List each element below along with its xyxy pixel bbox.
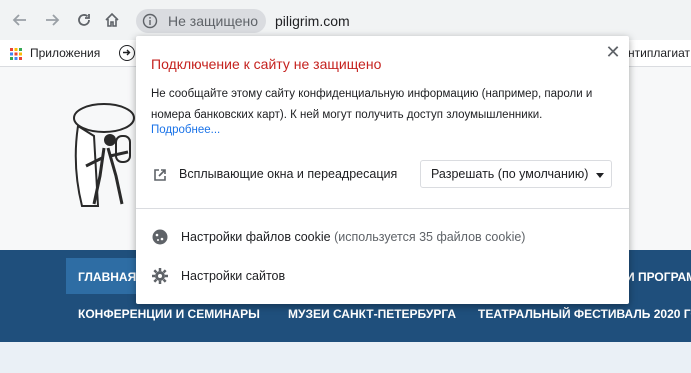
bookmark-antiplagiat[interactable]: нтиплагиат Т bbox=[628, 46, 691, 60]
popup-title: Подключение к сайту не защищено bbox=[151, 56, 382, 72]
nav-item-museums[interactable]: МУЗЕИ САНКТ-ПЕТЕРБУРГА bbox=[288, 307, 456, 321]
nav-item-home[interactable]: ГЛАВНАЯ bbox=[78, 270, 136, 284]
back-button[interactable] bbox=[8, 8, 32, 32]
info-icon bbox=[142, 13, 158, 29]
chevron-down-icon bbox=[596, 173, 604, 178]
popup-warning-text: Не сообщайте этому сайту конфиденциальну… bbox=[151, 88, 593, 121]
pilgrim-logo-icon bbox=[73, 103, 135, 207]
popup-divider bbox=[136, 208, 629, 209]
learn-more-link[interactable]: Подробнее... bbox=[151, 124, 220, 136]
gear-icon bbox=[152, 268, 168, 284]
back-arrow-icon bbox=[12, 14, 26, 26]
nav-item-theatre-festival[interactable]: ТЕАТРАЛЬНЫЙ ФЕСТИВАЛЬ 2020 ГО bbox=[478, 307, 691, 321]
reload-button[interactable] bbox=[72, 8, 96, 32]
site-settings-link[interactable]: Настройки сайтов bbox=[181, 269, 285, 283]
url-domain[interactable]: piligrim.com bbox=[275, 13, 350, 29]
external-link-icon bbox=[154, 169, 166, 181]
reload-icon bbox=[78, 14, 90, 26]
nav-item-programs[interactable]: И ПРОГРАМ bbox=[626, 270, 691, 284]
security-chip[interactable]: Не защищено bbox=[136, 9, 266, 33]
cookie-settings-row[interactable]: Настройки файлов cookie (используется 35… bbox=[181, 230, 525, 244]
bookmark-arrow-icon[interactable] bbox=[119, 45, 135, 61]
popups-redirects-value: Разрешать (по умолчанию) bbox=[431, 167, 589, 181]
apps-bookmark-label[interactable]: Приложения bbox=[30, 46, 100, 60]
site-content-area bbox=[0, 342, 691, 373]
forward-button[interactable] bbox=[40, 8, 64, 32]
close-icon[interactable]: ✕ bbox=[605, 43, 621, 61]
home-button[interactable] bbox=[100, 8, 124, 32]
apps-grid-icon[interactable] bbox=[10, 48, 22, 60]
cookie-icon bbox=[152, 229, 168, 245]
security-chip-label: Не защищено bbox=[168, 13, 258, 29]
forward-arrow-icon bbox=[46, 14, 60, 26]
popups-redirects-label: Всплывающие окна и переадресация bbox=[179, 167, 398, 181]
nav-item-conferences[interactable]: КОНФЕРЕНЦИИ И СЕМИНАРЫ bbox=[78, 307, 260, 321]
browser-toolbar: Не защищено piligrim.com bbox=[0, 0, 691, 40]
cookie-count-note: (используется 35 файлов cookie) bbox=[334, 230, 526, 244]
home-icon bbox=[105, 12, 119, 27]
cookie-settings-label: Настройки файлов cookie bbox=[181, 230, 331, 244]
popups-redirects-select[interactable]: Разрешать (по умолчанию) bbox=[420, 160, 612, 188]
site-info-popup: ✕ Подключение к сайту не защищено Не соо… bbox=[136, 36, 629, 304]
